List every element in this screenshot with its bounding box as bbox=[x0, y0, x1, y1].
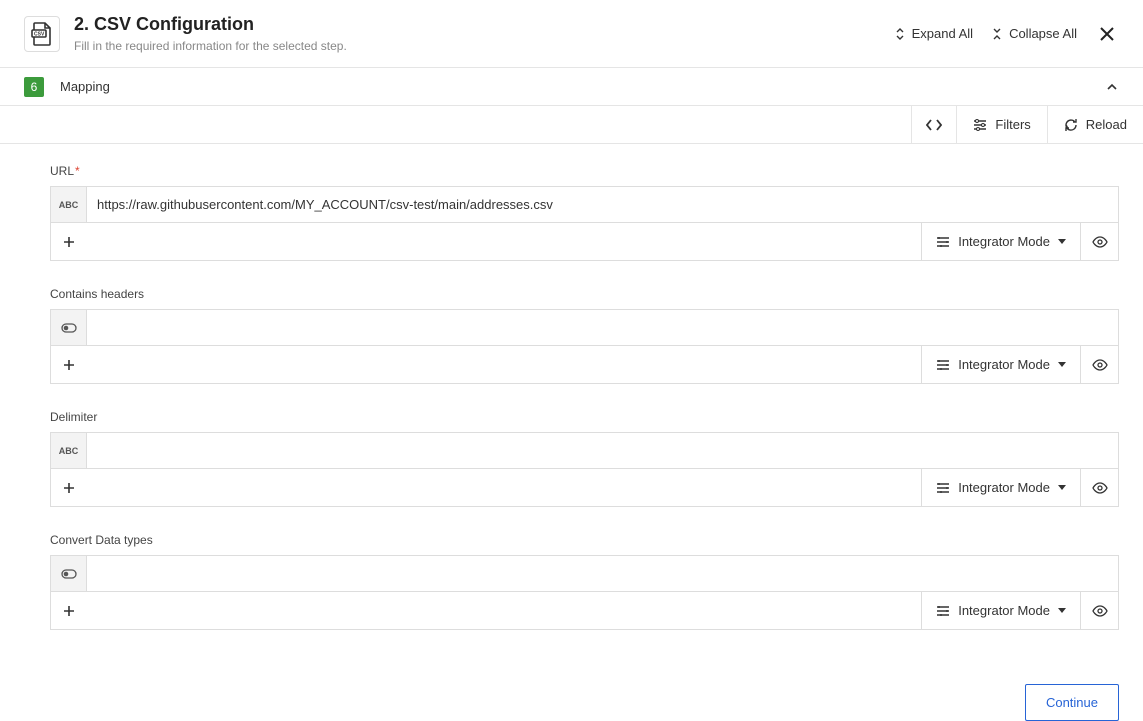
filters-label: Filters bbox=[995, 117, 1030, 132]
add-button[interactable] bbox=[51, 346, 87, 383]
add-button[interactable] bbox=[51, 223, 87, 260]
url-input[interactable] bbox=[87, 187, 1118, 222]
mapping-count-badge: 6 bbox=[24, 77, 44, 97]
csv-file-icon: CSV bbox=[24, 16, 60, 52]
page-title: 2. CSV Configuration bbox=[74, 14, 894, 35]
caret-down-icon bbox=[1058, 608, 1066, 613]
close-icon bbox=[1099, 26, 1115, 42]
caret-down-icon bbox=[1058, 239, 1066, 244]
field-convert-data-types: Convert Data types Integrator Mode bbox=[50, 533, 1119, 630]
delimiter-label: Delimiter bbox=[50, 410, 1119, 424]
convert-mode-row: Integrator Mode bbox=[50, 592, 1119, 630]
plus-icon bbox=[63, 605, 75, 617]
url-input-row: ABC bbox=[50, 186, 1119, 223]
caret-down-icon bbox=[1058, 485, 1066, 490]
headers-mode-row: Integrator Mode bbox=[50, 346, 1119, 384]
expand-all-button[interactable]: Expand All bbox=[894, 26, 973, 41]
page-header: CSV 2. CSV Configuration Fill in the req… bbox=[0, 0, 1143, 68]
eye-icon bbox=[1092, 482, 1108, 494]
reload-button[interactable]: Reload bbox=[1047, 106, 1143, 143]
list-icon bbox=[936, 360, 950, 370]
filters-button[interactable]: Filters bbox=[956, 106, 1046, 143]
mode-label: Integrator Mode bbox=[958, 603, 1050, 618]
mapping-toolbar: Filters Reload bbox=[0, 106, 1143, 144]
field-url: URL* ABC Integrator Mode bbox=[50, 164, 1119, 261]
toggle-icon bbox=[61, 569, 77, 579]
headers-input-row bbox=[50, 309, 1119, 346]
convert-label: Convert Data types bbox=[50, 533, 1119, 547]
url-mode-row: Integrator Mode bbox=[50, 223, 1119, 261]
footer: Continue bbox=[0, 666, 1143, 721]
required-indicator: * bbox=[75, 164, 80, 178]
eye-icon bbox=[1092, 605, 1108, 617]
eye-icon bbox=[1092, 236, 1108, 248]
mode-selector[interactable]: Integrator Mode bbox=[921, 592, 1080, 629]
mode-label: Integrator Mode bbox=[958, 357, 1050, 372]
toggle-icon bbox=[61, 323, 77, 333]
delimiter-input[interactable] bbox=[87, 433, 1118, 468]
list-icon bbox=[936, 606, 950, 616]
convert-input-row bbox=[50, 555, 1119, 592]
eye-icon bbox=[1092, 359, 1108, 371]
add-button[interactable] bbox=[51, 592, 87, 629]
section-title: Mapping bbox=[60, 79, 1105, 94]
collapse-all-button[interactable]: Collapse All bbox=[991, 26, 1077, 41]
plus-icon bbox=[63, 482, 75, 494]
expand-icon bbox=[894, 28, 906, 40]
header-actions: Expand All Collapse All bbox=[894, 26, 1119, 42]
chevron-up-icon bbox=[1105, 80, 1119, 94]
reload-icon bbox=[1064, 118, 1078, 132]
delimiter-input-row: ABC bbox=[50, 432, 1119, 469]
svg-text:CSV: CSV bbox=[34, 31, 45, 37]
reload-label: Reload bbox=[1086, 117, 1127, 132]
field-delimiter: Delimiter ABC Integrator Mode bbox=[50, 410, 1119, 507]
list-icon bbox=[936, 483, 950, 493]
sliders-icon bbox=[973, 119, 987, 131]
abc-type-badge: ABC bbox=[51, 187, 87, 222]
collapse-all-label: Collapse All bbox=[1009, 26, 1077, 41]
field-contains-headers: Contains headers Integrator Mode bbox=[50, 287, 1119, 384]
mode-selector[interactable]: Integrator Mode bbox=[921, 223, 1080, 260]
close-button[interactable] bbox=[1095, 26, 1119, 42]
collapse-icon bbox=[991, 28, 1003, 40]
preview-button[interactable] bbox=[1080, 469, 1118, 506]
abc-type-badge: ABC bbox=[51, 433, 87, 468]
mode-selector[interactable]: Integrator Mode bbox=[921, 346, 1080, 383]
code-icon bbox=[926, 119, 942, 131]
form-area: URL* ABC Integrator Mode Contains header… bbox=[0, 144, 1143, 666]
section-header[interactable]: 6 Mapping bbox=[0, 68, 1143, 106]
convert-input[interactable] bbox=[87, 556, 1118, 591]
header-titles: 2. CSV Configuration Fill in the require… bbox=[74, 14, 894, 53]
preview-button[interactable] bbox=[1080, 223, 1118, 260]
preview-button[interactable] bbox=[1080, 592, 1118, 629]
plus-icon bbox=[63, 236, 75, 248]
continue-button[interactable]: Continue bbox=[1025, 684, 1119, 721]
code-view-button[interactable] bbox=[911, 106, 956, 143]
toggle-type-badge bbox=[51, 310, 87, 345]
headers-input[interactable] bbox=[87, 310, 1118, 345]
contains-headers-label: Contains headers bbox=[50, 287, 1119, 301]
add-button[interactable] bbox=[51, 469, 87, 506]
expand-all-label: Expand All bbox=[912, 26, 973, 41]
page-subtitle: Fill in the required information for the… bbox=[74, 39, 894, 53]
url-label: URL* bbox=[50, 164, 1119, 178]
plus-icon bbox=[63, 359, 75, 371]
list-icon bbox=[936, 237, 950, 247]
mode-label: Integrator Mode bbox=[958, 480, 1050, 495]
toggle-type-badge bbox=[51, 556, 87, 591]
delimiter-mode-row: Integrator Mode bbox=[50, 469, 1119, 507]
mode-label: Integrator Mode bbox=[958, 234, 1050, 249]
caret-down-icon bbox=[1058, 362, 1066, 367]
preview-button[interactable] bbox=[1080, 346, 1118, 383]
mode-selector[interactable]: Integrator Mode bbox=[921, 469, 1080, 506]
